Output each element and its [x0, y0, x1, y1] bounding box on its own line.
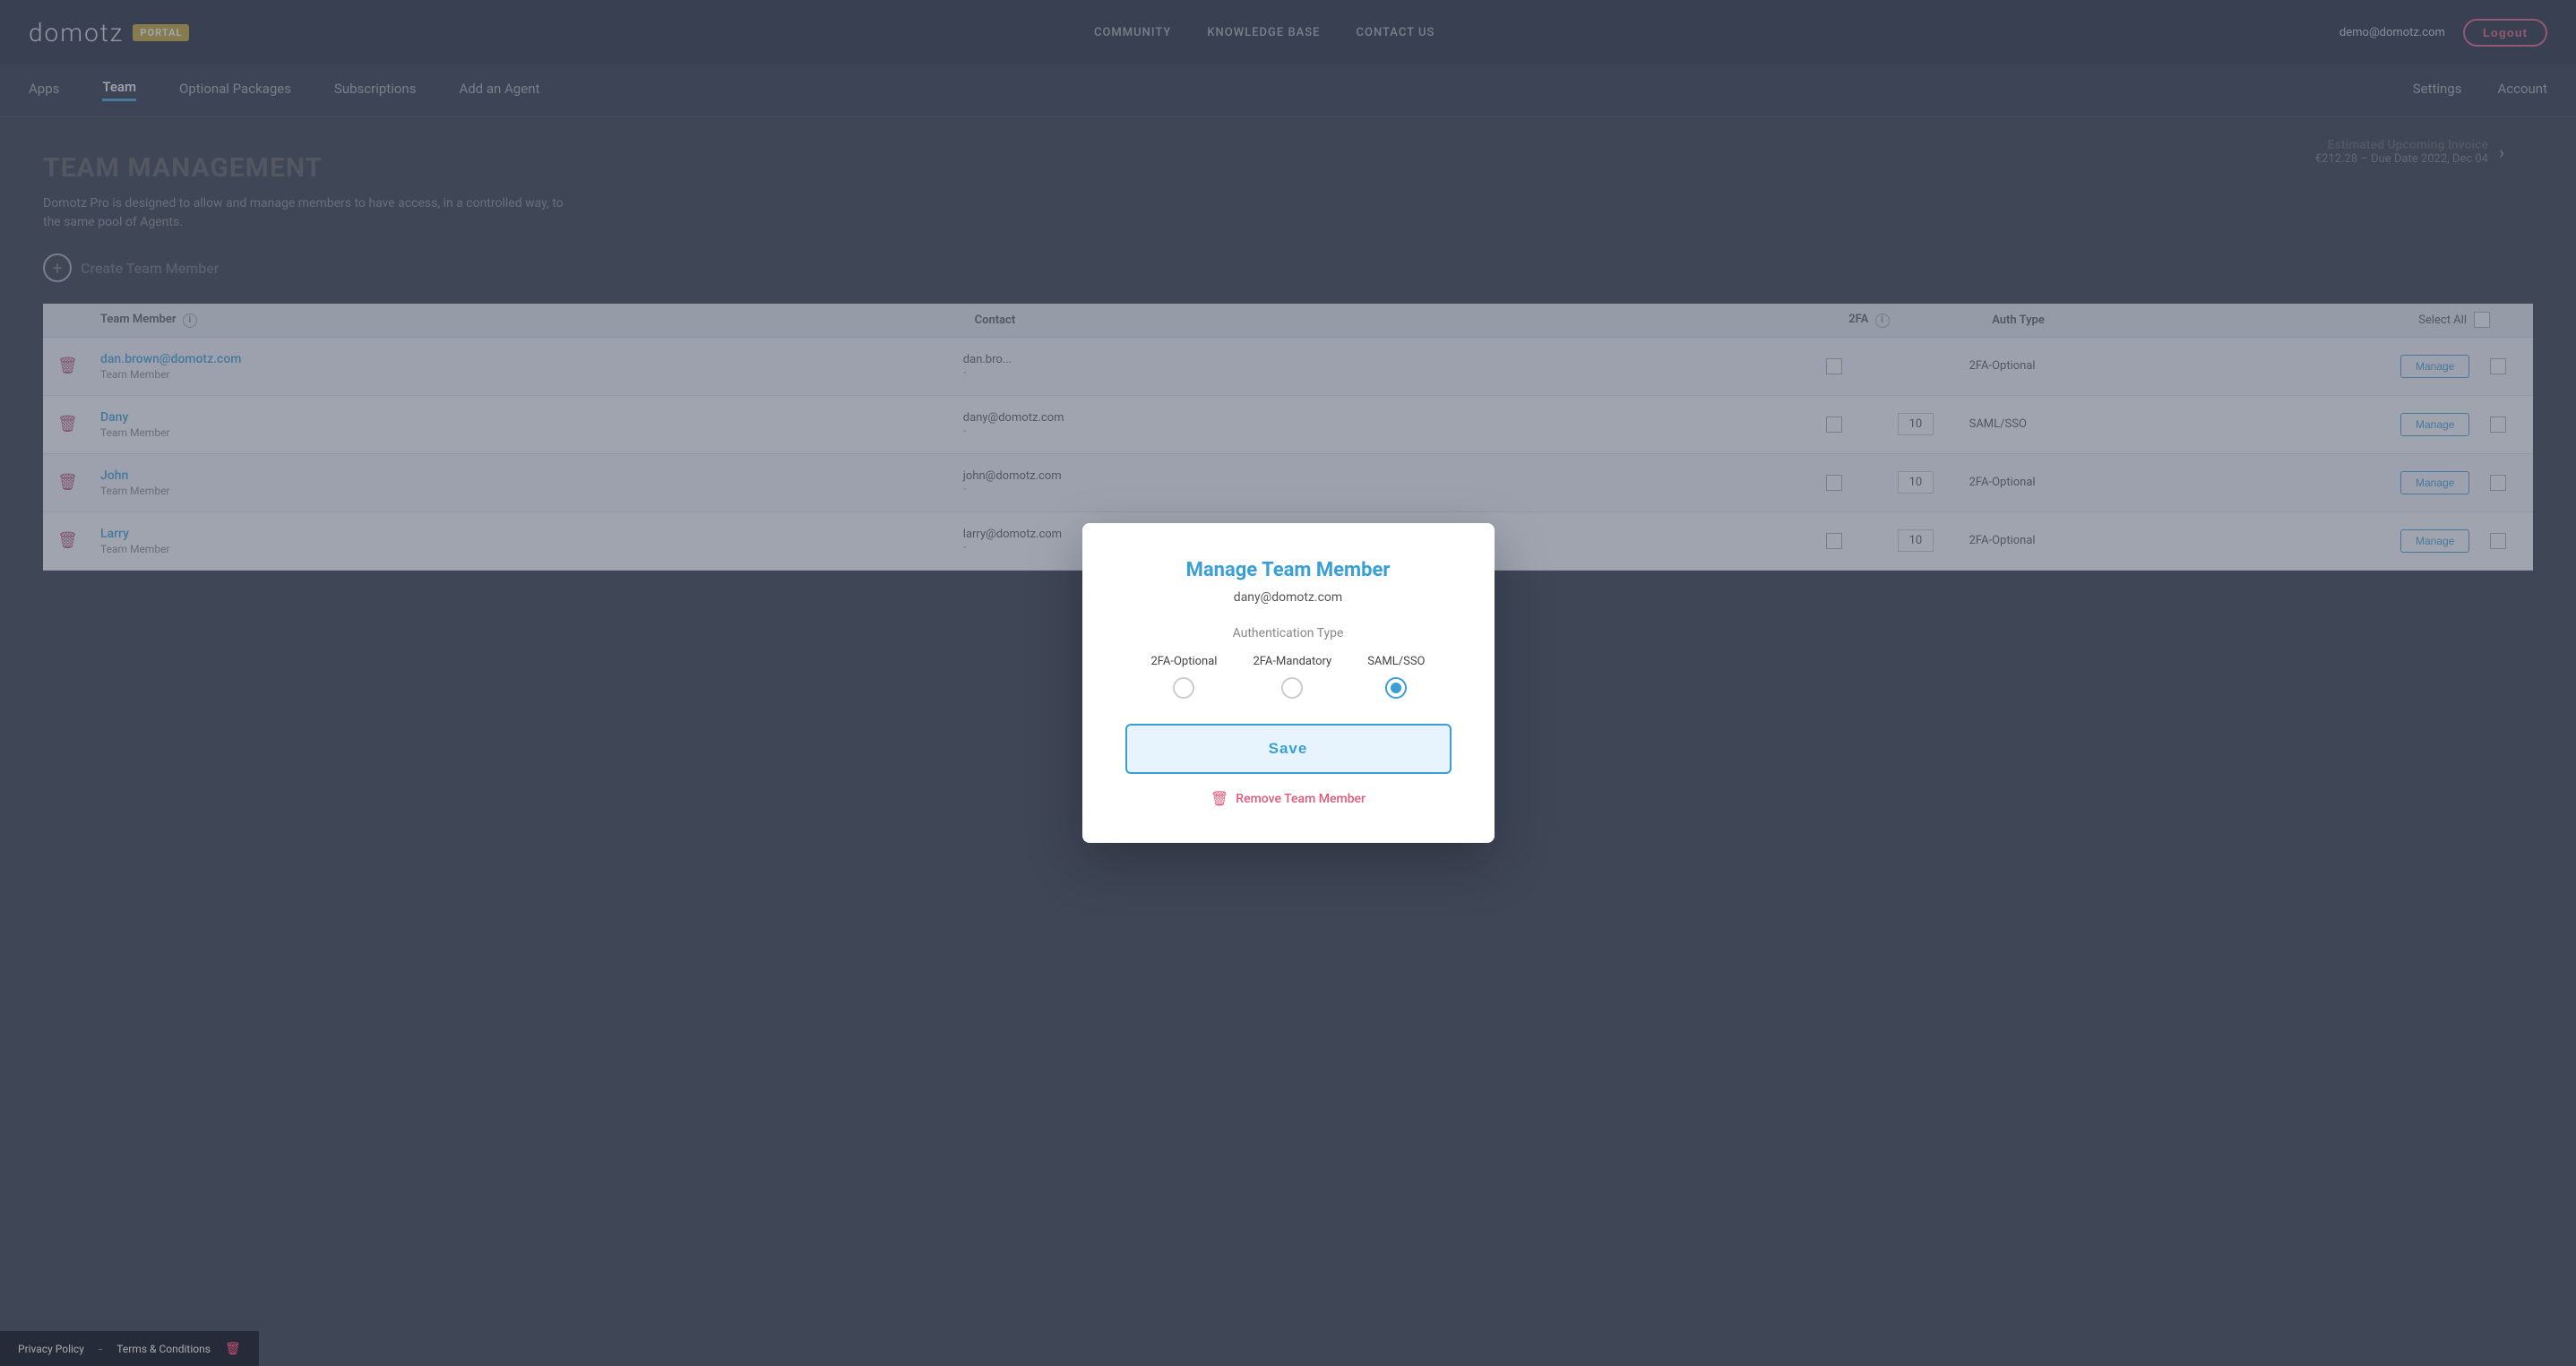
footer-separator: - — [99, 1340, 102, 1357]
modal-member-email: dany@domotz.com — [1234, 590, 1342, 605]
remove-trash-icon: 🗑 — [1210, 790, 1228, 807]
radio-saml-sso[interactable] — [1385, 677, 1407, 699]
terms-link[interactable]: Terms & Conditions — [116, 1343, 211, 1355]
radio-inner-saml-sso — [1391, 683, 1401, 693]
auth-option-2fa-mandatory[interactable]: 2FA-Mandatory — [1253, 655, 1331, 699]
save-button[interactable]: Save — [1125, 724, 1452, 774]
auth-options: 2FA-Optional 2FA-Mandatory SAML/SSO — [1151, 655, 1426, 699]
manage-team-member-modal: Manage Team Member dany@domotz.com Authe… — [1082, 523, 1495, 843]
modal-title: Manage Team Member — [1186, 559, 1391, 581]
auth-option-2fa-optional[interactable]: 2FA-Optional — [1151, 655, 1218, 699]
auth-type-label: Authentication Type — [1233, 626, 1344, 640]
auth-option-label-2fa-optional: 2FA-Optional — [1151, 655, 1218, 668]
privacy-policy-link[interactable]: Privacy Policy — [18, 1343, 84, 1355]
auth-option-label-2fa-mandatory: 2FA-Mandatory — [1253, 655, 1331, 668]
auth-option-label-saml-sso: SAML/SSO — [1367, 655, 1425, 668]
footer: Privacy Policy - Terms & Conditions 🗑 — [0, 1331, 259, 1366]
radio-2fa-mandatory[interactable] — [1281, 677, 1303, 699]
auth-option-saml-sso[interactable]: SAML/SSO — [1367, 655, 1425, 699]
remove-label: Remove Team Member — [1236, 792, 1366, 806]
footer-trash-icon: 🗑 — [225, 1342, 241, 1356]
radio-2fa-optional[interactable] — [1173, 677, 1194, 699]
remove-team-member-link[interactable]: 🗑 Remove Team Member — [1210, 790, 1366, 807]
modal-overlay[interactable]: Manage Team Member dany@domotz.com Authe… — [0, 0, 2576, 1366]
